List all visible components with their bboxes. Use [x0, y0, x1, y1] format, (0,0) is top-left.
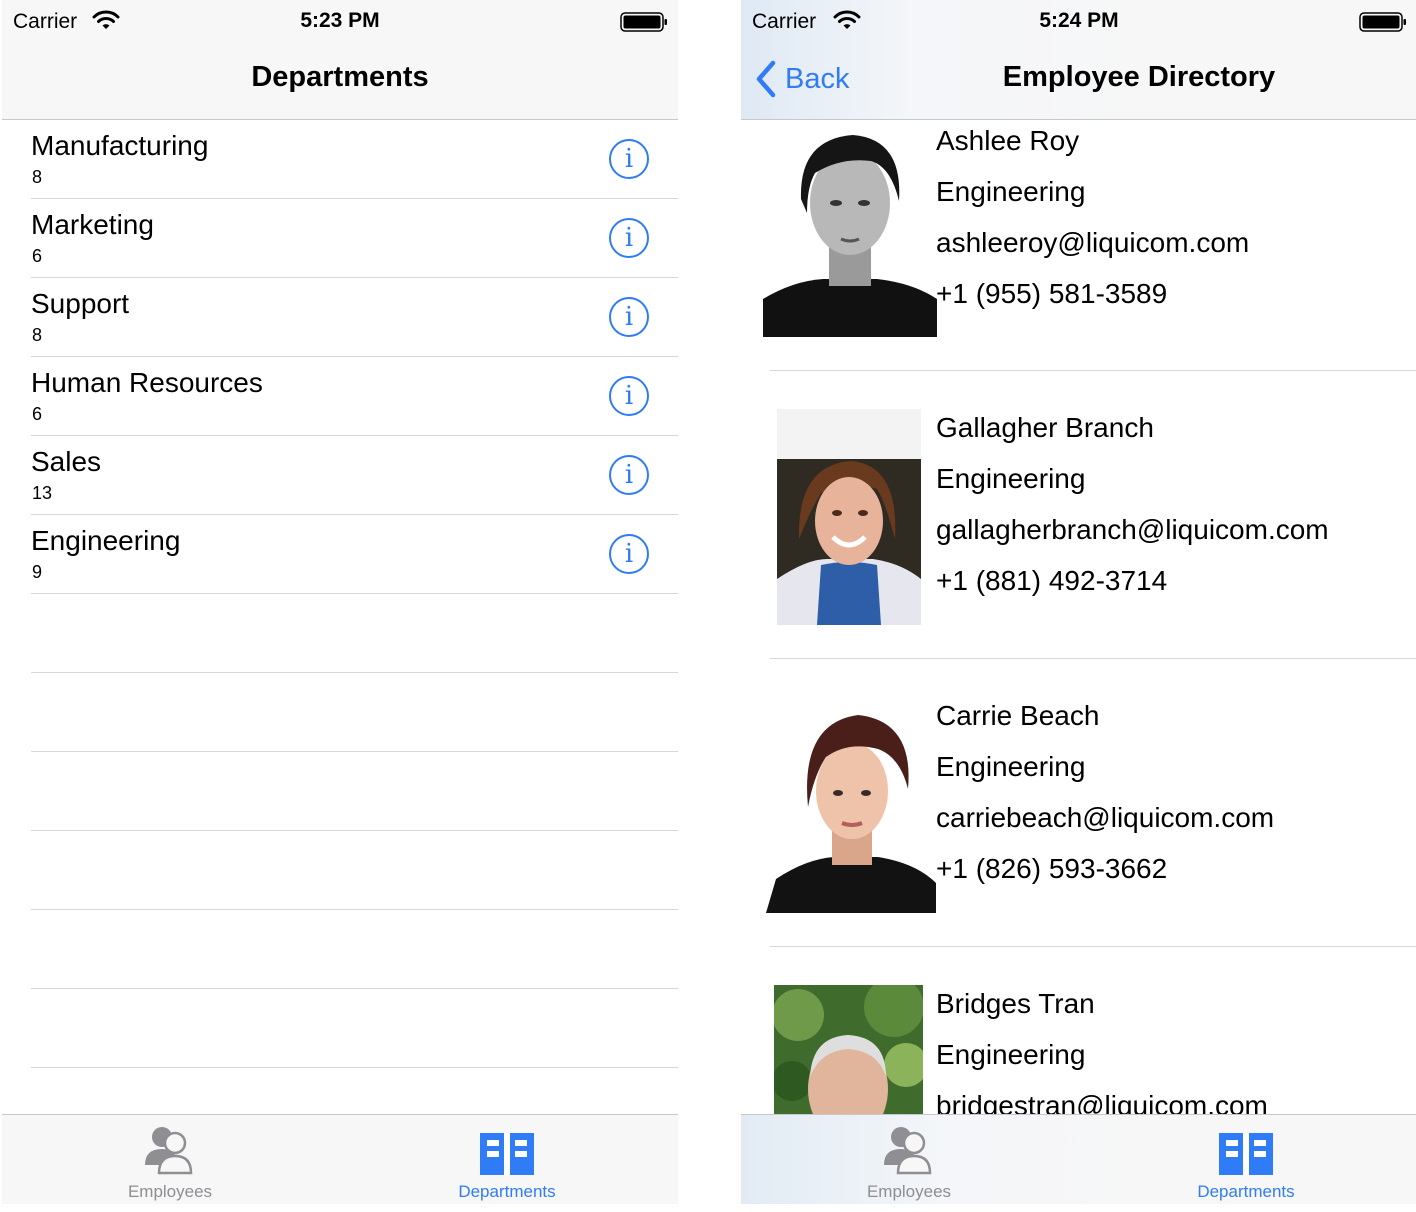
- building-icon: [480, 1133, 534, 1175]
- department-name: Marketing: [31, 209, 154, 240]
- tab-bar: Employees Departments: [741, 1114, 1416, 1204]
- department-row[interactable]: Human Resources 6 i: [31, 357, 678, 436]
- departments-list: Manufacturing 8 i Marketing 6 i Support …: [2, 120, 678, 1068]
- page-title: Employee Directory: [1002, 61, 1276, 93]
- department-name: Manufacturing: [31, 130, 209, 161]
- employee-photo: [763, 121, 937, 337]
- navigation-bar: Carrier 5:23 PM Departments: [2, 0, 678, 120]
- department-name: Engineering: [31, 525, 181, 556]
- empty-row: [31, 594, 678, 673]
- navigation-bar: Carrier 5:24 PM Back Employee Directory: [741, 0, 1416, 120]
- employee-email: gallagherbranch@liquicom.com: [936, 514, 1329, 545]
- employee-name: Carrie Beach: [936, 700, 1100, 731]
- employee-card[interactable]: Gallagher Branch Engineering gallagherbr…: [770, 371, 1416, 659]
- department-count: 6: [32, 246, 43, 266]
- empty-row: [31, 831, 678, 910]
- info-icon[interactable]: i: [609, 376, 649, 416]
- page-title: Departments: [251, 61, 429, 93]
- tab-departments[interactable]: Departments: [1146, 1115, 1346, 1204]
- status-time: 5:23 PM: [300, 9, 380, 32]
- employee-email: ashleeroy@liquicom.com: [936, 227, 1250, 258]
- employee-details: Bridges Tran Engineering bridgestran@liq…: [936, 978, 1268, 1131]
- empty-row: [31, 989, 678, 1068]
- info-icon[interactable]: i: [609, 455, 649, 495]
- info-icon[interactable]: i: [609, 218, 649, 258]
- department-count: 8: [32, 167, 43, 187]
- employee-directory-screen: Carrier 5:24 PM Back Employee Directory: [741, 0, 1416, 1204]
- department-row[interactable]: Engineering 9 i: [31, 515, 678, 594]
- departments-screen: Carrier 5:23 PM Departments Manufacturin…: [2, 0, 678, 1204]
- employee-department: Engineering: [936, 463, 1086, 494]
- employee-department: Engineering: [936, 176, 1086, 207]
- department-count: 9: [32, 562, 43, 582]
- employee-department: Engineering: [936, 751, 1086, 782]
- info-icon[interactable]: i: [609, 139, 649, 179]
- department-count: 8: [32, 325, 43, 345]
- tab-label: Departments: [1197, 1182, 1295, 1201]
- people-icon: [884, 1127, 932, 1175]
- employee-name: Bridges Tran: [936, 988, 1095, 1019]
- info-icon[interactable]: i: [609, 297, 649, 337]
- tab-employees[interactable]: Employees: [70, 1115, 270, 1204]
- chevron-left-icon: [756, 60, 776, 98]
- employee-name: Ashlee Roy: [936, 125, 1080, 156]
- employee-details: Ashlee Roy Engineering ashleeroy@liquico…: [936, 115, 1249, 319]
- empty-row: [31, 752, 678, 831]
- department-name: Support: [31, 288, 130, 319]
- status-time: 5:24 PM: [1039, 9, 1119, 32]
- department-name: Human Resources: [31, 367, 263, 398]
- employee-phone: +1 (826) 593-3662: [936, 853, 1168, 884]
- department-row[interactable]: Marketing 6 i: [31, 199, 678, 278]
- department-count: 6: [32, 404, 43, 424]
- tab-departments[interactable]: Departments: [407, 1115, 607, 1204]
- tab-employees[interactable]: Employees: [809, 1115, 1009, 1204]
- empty-row: [31, 673, 678, 752]
- employee-details: Carrie Beach Engineering carriebeach@liq…: [936, 690, 1274, 894]
- department-row[interactable]: Support 8 i: [31, 278, 678, 357]
- employee-name: Gallagher Branch: [936, 412, 1154, 443]
- employee-email: carriebeach@liquicom.com: [936, 802, 1275, 833]
- department-row[interactable]: Manufacturing 8 i: [31, 120, 678, 199]
- employee-department: Engineering: [936, 1039, 1086, 1070]
- department-count: 13: [32, 483, 53, 503]
- info-icon[interactable]: i: [609, 534, 649, 574]
- employee-phone: +1 (881) 492-3714: [936, 565, 1168, 596]
- employee-card[interactable]: Carrie Beach Engineering carriebeach@liq…: [766, 659, 1416, 947]
- employee-photo: [766, 697, 936, 913]
- tab-bar: Employees Departments: [2, 1114, 678, 1204]
- tab-label: Departments: [458, 1182, 556, 1201]
- tab-label: Employees: [866, 1182, 952, 1201]
- empty-row: [31, 910, 678, 989]
- employee-photo: [777, 409, 921, 625]
- tab-label: Employees: [127, 1182, 213, 1201]
- battery-icon: [1359, 12, 1406, 32]
- department-row[interactable]: Sales 13 i: [31, 436, 678, 515]
- battery-icon: [620, 12, 667, 32]
- employee-list: Ashlee Roy Engineering ashleeroy@liquico…: [741, 121, 1416, 1204]
- employee-card[interactable]: Ashlee Roy Engineering ashleeroy@liquico…: [763, 121, 1416, 371]
- people-icon: [145, 1127, 193, 1175]
- building-icon: [1219, 1133, 1273, 1175]
- employee-details: Gallagher Branch Engineering gallagherbr…: [936, 402, 1329, 606]
- department-name: Sales: [31, 446, 102, 477]
- employee-phone: +1 (955) 581-3589: [936, 278, 1168, 309]
